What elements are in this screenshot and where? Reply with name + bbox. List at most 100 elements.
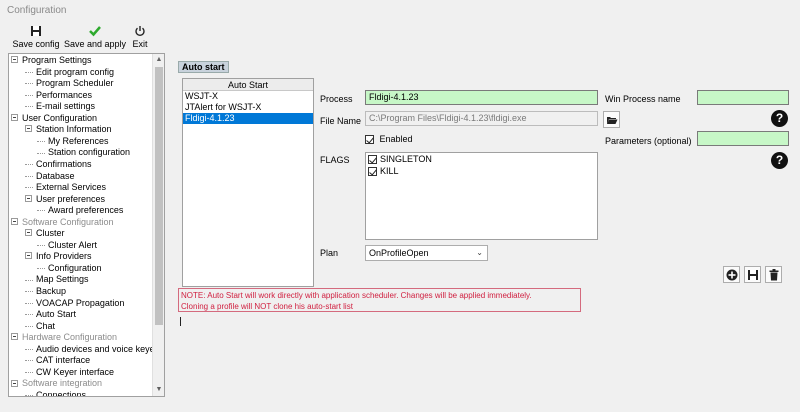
tree-item[interactable]: E-mail settings xyxy=(25,101,95,113)
tree-item-label: Edit program config xyxy=(36,66,115,77)
tree-item[interactable]: Cluster xyxy=(25,228,65,240)
autostart-list[interactable]: Auto Start WSJT-X JTAlert for WSJT-X Fldig… xyxy=(182,78,314,287)
tree-item-label: Chat xyxy=(36,320,56,331)
tree-item[interactable]: Station Information xyxy=(25,124,112,136)
tree-item[interactable]: Software integration xyxy=(11,378,102,390)
tree-item-label: E-mail settings xyxy=(36,101,96,112)
note-line-2: Cloning a profile will NOT clone his aut… xyxy=(181,302,353,311)
tree-item-label: Software Configuration xyxy=(22,216,114,227)
tree-item[interactable]: Performances xyxy=(25,90,92,102)
win-process-name-input[interactable] xyxy=(697,90,789,105)
browse-folder-button[interactable] xyxy=(603,111,620,128)
process-input[interactable]: Fldigi-4.1.23 xyxy=(365,90,598,105)
add-button[interactable] xyxy=(723,266,740,283)
flag-checkbox[interactable] xyxy=(368,155,377,165)
tree-item[interactable]: Database xyxy=(25,171,75,183)
win-process-name-label: Win Process name xyxy=(605,94,681,104)
delete-button[interactable] xyxy=(765,266,782,283)
collapse-icon[interactable] xyxy=(11,333,18,341)
tree-item-label: Cluster Alert xyxy=(48,239,98,250)
tree-item[interactable]: User Configuration xyxy=(11,113,97,125)
tree-item[interactable]: Station configuration xyxy=(37,147,130,159)
enabled-checkbox-row[interactable]: Enabled xyxy=(365,134,413,145)
collapse-icon[interactable] xyxy=(25,229,32,237)
tree-item[interactable]: Award preferences xyxy=(37,205,123,217)
tree-scrollbar[interactable]: ▲ ▼ xyxy=(152,54,164,396)
scroll-thumb[interactable] xyxy=(155,67,163,325)
save-config-label: Save config xyxy=(12,39,60,49)
parameters-input[interactable] xyxy=(697,131,789,146)
scroll-up-icon[interactable]: ▲ xyxy=(153,54,164,66)
autostart-list-item[interactable]: Fldigi-4.1.23 xyxy=(183,113,313,124)
tree-item[interactable]: Backup xyxy=(25,286,66,298)
tree-connector xyxy=(37,268,45,270)
plan-dropdown[interactable]: OnProfileOpen ⌄ xyxy=(365,245,488,261)
collapse-icon[interactable] xyxy=(25,252,32,260)
tree-connector xyxy=(25,371,33,373)
tree-item-label: Station Information xyxy=(36,124,112,135)
settings-tree[interactable]: Program Settings Edit program config Progr… xyxy=(8,53,165,397)
tree-connector xyxy=(25,325,33,327)
tree-item-label: User preferences xyxy=(36,193,106,204)
tree-item[interactable]: Program Scheduler xyxy=(25,78,114,90)
collapse-icon[interactable] xyxy=(11,56,18,64)
autostart-note: NOTE: Auto Start will work directly with… xyxy=(178,288,581,312)
save-button[interactable] xyxy=(744,266,761,283)
trash-icon xyxy=(769,268,778,280)
flags-list[interactable]: SINGLETON KILL xyxy=(365,152,598,240)
tree-item[interactable]: Software Configuration xyxy=(11,217,114,229)
tree-item[interactable]: Configuration xyxy=(37,263,102,275)
tree-item[interactable]: Map Settings xyxy=(25,274,89,286)
flag-item[interactable]: SINGLETON xyxy=(366,153,597,165)
tree-item[interactable]: VOACAP Propagation xyxy=(25,298,124,310)
save-and-apply-label: Save and apply xyxy=(63,39,127,49)
tree-item[interactable]: Hardware Configuration xyxy=(11,332,117,344)
tree-item[interactable]: Audio devices and voice keye xyxy=(25,344,152,356)
save-and-apply-button[interactable]: Save and apply xyxy=(63,24,127,52)
plan-dropdown-value: OnProfileOpen xyxy=(369,248,429,258)
tree-item[interactable]: CW Keyer interface xyxy=(25,367,114,379)
tree-item-label: Hardware Configuration xyxy=(22,332,118,343)
tree-item[interactable]: CAT interface xyxy=(25,355,90,367)
exit-button[interactable]: Exit xyxy=(130,24,150,52)
tree-item[interactable]: Edit program config xyxy=(25,67,114,79)
enabled-checkbox[interactable] xyxy=(365,135,374,145)
tree-item[interactable]: External Services xyxy=(25,182,106,194)
tree-item[interactable]: My References xyxy=(37,136,109,148)
tree-item[interactable]: Info Providers xyxy=(25,251,92,263)
collapse-icon[interactable] xyxy=(25,194,32,202)
tree-item-label: Backup xyxy=(36,286,67,296)
tree-item[interactable]: User preferences xyxy=(25,194,105,206)
tree-connector xyxy=(25,395,33,396)
help-icon[interactable]: ? xyxy=(771,152,788,169)
autostart-list-item[interactable]: JTAlert for WSJT-X xyxy=(183,102,313,113)
collapse-icon[interactable] xyxy=(11,217,18,225)
collapse-icon[interactable] xyxy=(25,125,32,133)
folder-open-icon xyxy=(606,116,617,124)
tree-connector xyxy=(25,302,33,304)
tree-item[interactable]: Auto Start xyxy=(25,309,76,321)
toolbar: Save config Save and apply Exit xyxy=(0,24,800,52)
tree-connector xyxy=(25,175,33,177)
tree-item-label: Map Settings xyxy=(36,274,89,285)
tree-item[interactable]: Confirmations xyxy=(25,159,92,171)
tree-item[interactable]: Program Settings xyxy=(11,55,92,67)
file-name-input[interactable]: C:\Program Files\Fldigi-4.1.23\fldigi.ex… xyxy=(365,111,598,126)
scroll-down-icon[interactable]: ▼ xyxy=(153,384,164,396)
tree-item[interactable]: Chat xyxy=(25,321,55,333)
settings-tree-items: Program Settings Edit program config Progr… xyxy=(9,54,152,396)
tree-connector xyxy=(25,71,33,73)
collapse-icon[interactable] xyxy=(11,379,18,387)
collapse-icon[interactable] xyxy=(11,113,18,121)
help-icon[interactable]: ? xyxy=(771,110,788,127)
tree-item[interactable]: Cluster Alert xyxy=(37,240,97,252)
autostart-list-item[interactable]: WSJT-X xyxy=(183,91,313,102)
floppy-disk-icon xyxy=(30,24,42,38)
flag-checkbox[interactable] xyxy=(368,167,377,177)
tree-item-label: CW Keyer interface xyxy=(36,366,115,377)
tree-item[interactable]: Connections xyxy=(25,390,86,396)
text-caret xyxy=(180,317,181,326)
save-config-button[interactable]: Save config xyxy=(10,24,62,52)
tree-item-label: Program Settings xyxy=(22,55,92,65)
flag-item[interactable]: KILL xyxy=(366,165,597,177)
